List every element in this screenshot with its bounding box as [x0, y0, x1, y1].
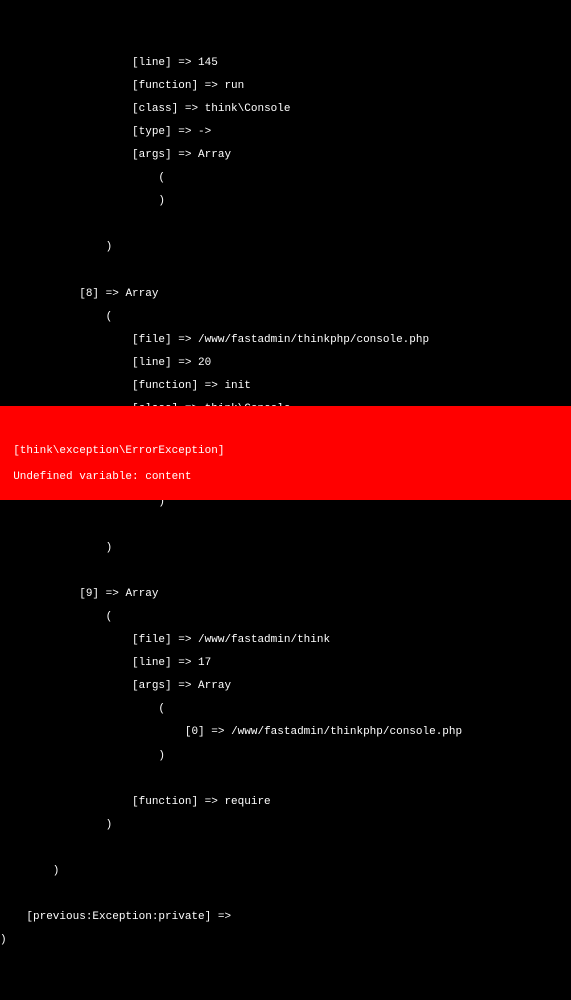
- trace-line: [args] => Array: [0, 681, 571, 693]
- type-label: [type]: [132, 126, 172, 138]
- args-label: [args]: [132, 149, 172, 161]
- args-label: [args]: [132, 680, 172, 692]
- stack-trace-output: [line] => 145 [function] => run [class] …: [0, 46, 571, 958]
- previous-label: [previous:Exception:private]: [26, 911, 211, 923]
- type-value: ->: [198, 126, 211, 138]
- entry-index: [9]: [79, 588, 99, 600]
- trace-line: [line] => 17: [0, 658, 571, 670]
- paren-close: ): [0, 543, 571, 555]
- trace-line: [file] => /www/fastadmin/thinkphp/consol…: [0, 335, 571, 347]
- paren-open: (: [0, 612, 571, 624]
- blank-line: [0, 774, 571, 786]
- blank-line: [0, 889, 571, 901]
- paren-open: (: [0, 173, 571, 185]
- function-value: require: [224, 796, 270, 808]
- trace-line: [function] => run: [0, 81, 571, 93]
- trace-line: [type] => ->: [0, 127, 571, 139]
- paren-close: ): [0, 866, 571, 878]
- line-value: 145: [198, 57, 218, 69]
- file-label: [file]: [132, 334, 172, 346]
- trace-line: [line] => 20: [0, 358, 571, 370]
- paren-close: ): [0, 820, 571, 832]
- trace-line: [0] => /www/fastadmin/thinkphp/console.p…: [0, 727, 571, 739]
- error-banner: [think\exception\ErrorException] Undefin…: [0, 406, 571, 500]
- trace-line: [line] => 145: [0, 58, 571, 70]
- paren-close: ): [0, 751, 571, 763]
- paren-close: ): [0, 196, 571, 208]
- function-label: [function]: [132, 796, 198, 808]
- arg0-label: [0]: [185, 726, 205, 738]
- args-value: Array: [198, 680, 231, 692]
- blank-line: [0, 266, 571, 278]
- line-label: [line]: [132, 357, 172, 369]
- function-label: [function]: [132, 80, 198, 92]
- entry-index: [8]: [79, 288, 99, 300]
- trace-line: [class] => think\Console: [0, 104, 571, 116]
- paren-close: ): [0, 935, 571, 947]
- paren-close: ): [0, 242, 571, 254]
- trace-line: [args] => Array: [0, 150, 571, 162]
- file-value: /www/fastadmin/thinkphp/console.php: [198, 334, 429, 346]
- function-value: run: [224, 80, 244, 92]
- line-value: 17: [198, 657, 211, 669]
- line-value: 20: [198, 357, 211, 369]
- arg0-value: /www/fastadmin/thinkphp/console.php: [231, 726, 462, 738]
- blank-line: [0, 420, 571, 433]
- error-class: [think\exception\ErrorException]: [0, 445, 571, 458]
- file-value: /www/fastadmin/think: [198, 634, 330, 646]
- args-value: Array: [198, 149, 231, 161]
- line-label: [line]: [132, 57, 172, 69]
- blank-line: [0, 520, 571, 532]
- blank-line: [0, 566, 571, 578]
- function-value: init: [224, 380, 250, 392]
- trace-entry-header: [8] => Array: [0, 289, 571, 301]
- trace-line: [previous:Exception:private] =>: [0, 912, 571, 924]
- paren-open: (: [0, 312, 571, 324]
- trace-line: [function] => require: [0, 797, 571, 809]
- line-label: [line]: [132, 657, 172, 669]
- blank-line: [0, 219, 571, 231]
- blank-line: [0, 843, 571, 855]
- trace-line: [function] => init: [0, 381, 571, 393]
- class-value: think\Console: [205, 103, 291, 115]
- function-label: [function]: [132, 380, 198, 392]
- trace-line: [file] => /www/fastadmin/think: [0, 635, 571, 647]
- class-label: [class]: [132, 103, 178, 115]
- error-message: Undefined variable: content: [0, 471, 571, 484]
- paren-open: (: [0, 704, 571, 716]
- file-label: [file]: [132, 634, 172, 646]
- trace-entry-header: [9] => Array: [0, 589, 571, 601]
